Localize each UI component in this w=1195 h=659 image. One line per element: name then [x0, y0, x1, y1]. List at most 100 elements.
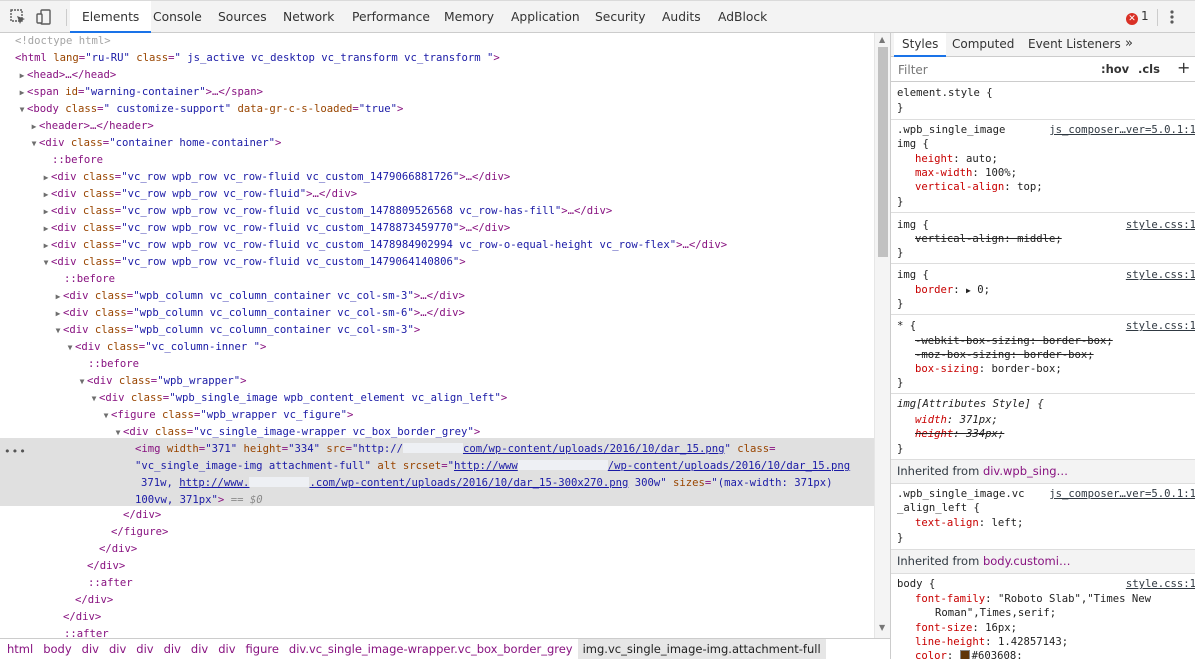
expand-arrow-icon[interactable]: ▶ — [29, 118, 39, 135]
expand-arrow-icon[interactable]: ▶ — [17, 84, 27, 101]
collapse-arrow-icon[interactable]: ▼ — [77, 373, 87, 390]
breadcrumb-item[interactable]: figure — [241, 639, 284, 659]
dom-line-selected-img[interactable]: 371w, http://www. .com/wp-content/uploads… — [0, 475, 874, 492]
tab-memory[interactable]: Memory — [432, 1, 506, 33]
tab-adblock[interactable]: AdBlock — [706, 1, 779, 33]
breadcrumb-item[interactable]: div — [104, 639, 131, 659]
breadcrumb-item-selected[interactable]: img.vc_single_image-img.attachment-full — [577, 639, 826, 659]
tab-network[interactable]: Network — [271, 1, 346, 33]
dom-line-row[interactable]: ▶ <div class="vc_row wpb_row vc_row-fluid… — [0, 203, 874, 220]
collapse-arrow-icon[interactable]: ▼ — [53, 322, 63, 339]
dom-line-column[interactable]: ▶ <div class="wpb_column vc_column_contai… — [0, 288, 874, 305]
collapse-arrow-icon[interactable]: ▼ — [65, 339, 75, 356]
dom-line-row[interactable]: ▶ <div class="vc_row wpb_row vc_row-fluid… — [0, 169, 874, 186]
expand-shorthand-icon[interactable]: ▶ — [966, 286, 971, 295]
collapse-arrow-icon[interactable]: ▼ — [29, 135, 39, 152]
source-link[interactable]: js_composer…ver=5.0.1:1 — [1049, 487, 1195, 501]
error-counter[interactable]: ✕ 1 — [1126, 9, 1149, 25]
src-link[interactable]: com/wp-content/uploads/2016/10/dar_15.pn… — [402, 443, 724, 455]
expand-arrow-icon[interactable]: ▶ — [41, 186, 51, 203]
dom-line-image-wrapper[interactable]: ▼ <div class="vc_single_image-wrapper vc_… — [0, 424, 874, 441]
breadcrumb-item[interactable]: div — [186, 639, 213, 659]
breadcrumb-item[interactable]: div — [159, 639, 186, 659]
breadcrumb-item[interactable]: body — [38, 639, 76, 659]
dom-line-close-div[interactable]: </div> — [0, 507, 874, 524]
expand-arrow-icon[interactable]: ▶ — [17, 67, 27, 84]
dom-line-row[interactable]: ▶ <div class="vc_row wpb_row vc_row-fluid… — [0, 186, 874, 203]
hover-state-button[interactable]: :hov — [1101, 62, 1129, 76]
tab-console[interactable]: Console — [141, 1, 214, 33]
dom-line-selected-img[interactable]: <img width="371" height="334" src="http:… — [0, 441, 874, 458]
dom-line-span[interactable]: ▶ <span id="warning-container">…</span> — [0, 84, 874, 101]
tab-audits[interactable]: Audits — [650, 1, 713, 33]
dom-line-row[interactable]: ▶ <div class="vc_row wpb_row vc_row-fluid… — [0, 237, 874, 254]
dom-scrollbar[interactable]: ▲ ▼ — [874, 33, 890, 638]
dom-line-pseudo-before[interactable]: ::before — [0, 152, 874, 169]
dom-line-head[interactable]: ▶ <head>…</head> — [0, 67, 874, 84]
srcset-link[interactable]: http://www/wp-content/uploads/2016/10/da… — [454, 460, 850, 472]
source-link[interactable]: js_composer…ver=5.0.1:1 — [1049, 123, 1195, 137]
dom-line-doctype[interactable]: <!doctype html> — [0, 33, 874, 50]
collapse-arrow-icon[interactable]: ▼ — [89, 390, 99, 407]
breadcrumb-item[interactable]: div.vc_single_image-wrapper.vc_box_borde… — [284, 639, 578, 659]
tab-performance[interactable]: Performance — [340, 1, 442, 33]
more-tabs-icon[interactable]: » — [1117, 33, 1141, 57]
inherited-selector-link[interactable]: div.wpb_sing… — [983, 464, 1068, 478]
expand-arrow-icon[interactable]: ▶ — [41, 169, 51, 186]
dom-line-single-image[interactable]: ▼ <div class="wpb_single_image wpb_conten… — [0, 390, 874, 407]
breadcrumb-item[interactable]: div — [77, 639, 104, 659]
source-link[interactable]: style.css:1 — [1126, 268, 1195, 282]
source-link[interactable]: style.css:1 — [1126, 218, 1195, 232]
dom-line-pseudo-after[interactable]: ::after — [0, 575, 874, 592]
new-style-rule-icon[interactable]: + — [1177, 58, 1190, 77]
breadcrumb-item[interactable]: div — [213, 639, 240, 659]
color-swatch[interactable] — [959, 650, 970, 659]
scroll-up-arrow-icon[interactable]: ▲ — [879, 35, 885, 44]
dom-line-selected-img[interactable]: "vc_single_image-img attachment-full" al… — [0, 458, 874, 475]
breadcrumb-item[interactable]: html — [2, 639, 38, 659]
dom-line-row[interactable]: ▼ <div class="vc_row wpb_row vc_row-fluid… — [0, 254, 874, 271]
dom-line-row[interactable]: ▶ <div class="vc_row wpb_row vc_row-fluid… — [0, 220, 874, 237]
device-toolbar-icon[interactable] — [35, 8, 53, 26]
dom-line-figure[interactable]: ▼ <figure class="wpb_wrapper vc_figure"> — [0, 407, 874, 424]
collapse-arrow-icon[interactable]: ▼ — [17, 101, 27, 118]
srcset-link[interactable]: http://www. .com/wp-content/uploads/2016/… — [179, 477, 628, 489]
dom-line-wrapper[interactable]: ▼ <div class="wpb_wrapper"> — [0, 373, 874, 390]
source-link[interactable]: style.css:1 — [1126, 319, 1195, 333]
dom-line-html[interactable]: <html lang="ru-RU" class=" js_active vc_… — [0, 50, 874, 67]
scrollbar-thumb[interactable] — [878, 47, 888, 257]
tab-sources[interactable]: Sources — [206, 1, 279, 33]
collapse-arrow-icon[interactable]: ▼ — [41, 254, 51, 271]
dom-line-close-div[interactable]: </div> — [0, 558, 874, 575]
tab-application[interactable]: Application — [499, 1, 592, 33]
dom-line-container[interactable]: ▼ <div class="container home-container"> — [0, 135, 874, 152]
dom-line-column[interactable]: ▼ <div class="wpb_column vc_column_contai… — [0, 322, 874, 339]
dom-line-close-div[interactable]: </div> — [0, 541, 874, 558]
tab-computed[interactable]: Computed — [944, 33, 1022, 57]
dom-line-close-div[interactable]: </div> — [0, 609, 874, 626]
expand-arrow-icon[interactable]: ▶ — [41, 237, 51, 254]
tab-event-listeners[interactable]: Event Listeners — [1020, 33, 1129, 57]
expand-arrow-icon[interactable]: ▶ — [53, 305, 63, 322]
dom-line-close-div[interactable]: </div> — [0, 592, 874, 609]
source-link[interactable]: style.css:1 — [1126, 577, 1195, 591]
dom-line-pseudo-after[interactable]: ::after — [0, 626, 874, 638]
class-toggle-button[interactable]: .cls — [1138, 62, 1160, 76]
dom-line-column-inner[interactable]: ▼ <div class="vc_column-inner "> — [0, 339, 874, 356]
expand-arrow-icon[interactable]: ▶ — [53, 288, 63, 305]
dom-line-pseudo-before[interactable]: ::before — [0, 271, 874, 288]
expand-arrow-icon[interactable]: ▶ — [41, 220, 51, 237]
styles-filter-input[interactable] — [896, 60, 1091, 79]
dom-line-body[interactable]: ▼ <body class=" customize-support" data-g… — [0, 101, 874, 118]
dom-line-column[interactable]: ▶ <div class="wpb_column vc_column_contai… — [0, 305, 874, 322]
dom-line-header[interactable]: ▶ <header>…</header> — [0, 118, 874, 135]
scroll-down-arrow-icon[interactable]: ▼ — [879, 623, 885, 632]
inspect-element-icon[interactable] — [9, 8, 27, 26]
tab-styles[interactable]: Styles — [894, 33, 947, 57]
dom-line-pseudo-before[interactable]: ::before — [0, 356, 874, 373]
tab-elements[interactable]: Elements — [70, 1, 152, 33]
collapse-arrow-icon[interactable]: ▼ — [113, 424, 123, 441]
collapse-arrow-icon[interactable]: ▼ — [101, 407, 111, 424]
expand-arrow-icon[interactable]: ▶ — [41, 203, 51, 220]
more-options-icon[interactable] — [1166, 7, 1178, 27]
